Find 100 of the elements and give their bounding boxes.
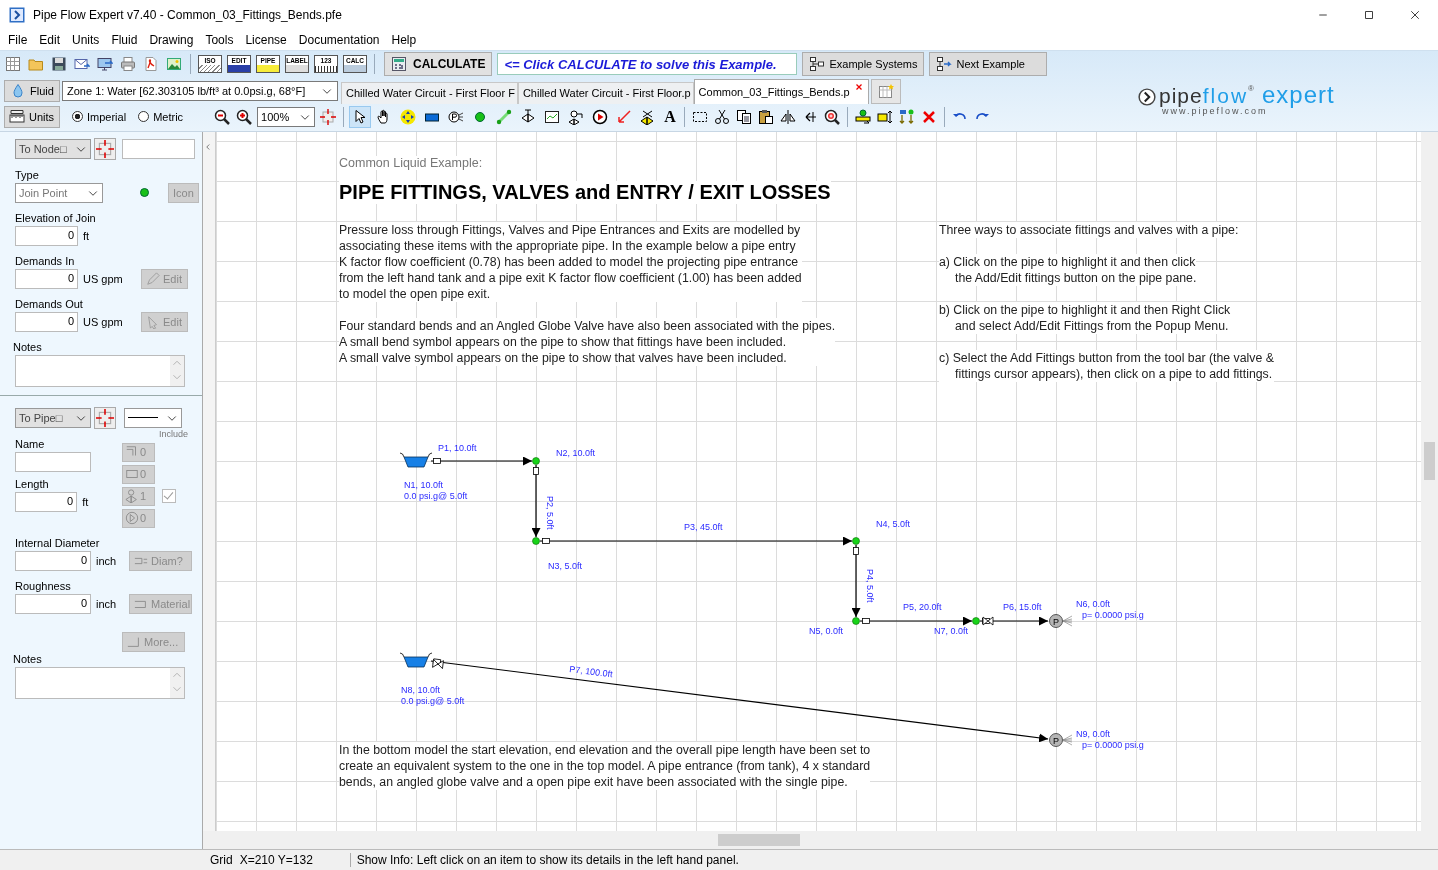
menu-item[interactable]: License (239, 32, 293, 47)
pdf-icon[interactable] (142, 55, 160, 74)
locate-icon[interactable] (94, 137, 116, 160)
field-label: Type (15, 168, 40, 181)
input-field[interactable]: 0 (15, 311, 78, 332)
include-checkbox[interactable] (162, 489, 176, 504)
status-text: Show Info: Left click on an item to show its details in the left hand panel. (356, 853, 739, 867)
pointer-icon[interactable] (350, 106, 371, 127)
cut-icon[interactable] (713, 107, 732, 126)
tank-node[interactable] (399, 652, 433, 668)
print-icon[interactable] (119, 55, 137, 74)
menu-item[interactable]: Documentation (292, 32, 386, 47)
join-node[interactable] (972, 616, 980, 625)
zoom-out-icon[interactable] (213, 107, 232, 126)
pipe-selector[interactable]: To Pipe□ (15, 407, 91, 428)
document-tab[interactable]: Chilled Water Circuit - First Floor.p (517, 81, 694, 104)
unit-label: ft (83, 229, 91, 242)
node-label: N9, 0.0ft (1076, 728, 1111, 739)
units-button[interactable]: Units (4, 105, 60, 128)
paste-icon[interactable] (757, 107, 776, 126)
input-field[interactable]: 0 (15, 268, 78, 289)
monitor-icon[interactable] (96, 55, 114, 74)
input-field[interactable]: 0 (15, 593, 91, 614)
node-label: N7, 0.0ft (934, 625, 969, 636)
menu-item[interactable]: File (2, 32, 34, 47)
copy-icon[interactable] (735, 107, 754, 126)
pipe[interactable] (851, 544, 861, 618)
node-label: N1, 10.0ft (404, 479, 444, 490)
pipe[interactable] (531, 464, 541, 538)
zoom-in-icon[interactable] (235, 107, 254, 126)
document-tab[interactable]: Common_03_Fittings_Bends.p (693, 78, 869, 104)
node-label: 0.0 psi.g@ 5.0ft (401, 695, 465, 706)
hint-banner: <= Click CALCULATE to solve this Example. (497, 53, 798, 76)
node-label: N4, 5.0ft (876, 518, 911, 529)
join-node[interactable] (532, 536, 540, 545)
flip-icon[interactable] (779, 107, 798, 126)
pipe[interactable] (859, 616, 973, 626)
locate-icon[interactable] (94, 406, 116, 429)
logo-text: flow (1202, 85, 1249, 106)
menu-item[interactable]: Units (66, 32, 106, 47)
node-label: N6, 0.0ft (1076, 598, 1111, 609)
menu-item[interactable]: Help (385, 32, 423, 47)
pipe-label: P1, 10.0ft (438, 442, 477, 453)
vertical-scrollbar[interactable] (1421, 131, 1438, 832)
line-style-dropdown[interactable] (124, 407, 182, 428)
pipe[interactable] (539, 536, 853, 546)
unit-label: US gpm (83, 315, 124, 328)
fluid-button[interactable]: Fluid (4, 79, 60, 102)
zoom-icon[interactable] (823, 107, 842, 126)
zoom-dropdown[interactable]: 100% (257, 106, 316, 127)
pipe-label: P5, 20.0ft (903, 601, 942, 612)
next-example-button[interactable]: Next Example (929, 52, 1048, 77)
menu-item[interactable]: Fluid (105, 32, 144, 47)
unit-radio[interactable]: Metric (138, 110, 184, 123)
calculate-button[interactable]: CALCULATE (384, 52, 493, 77)
input-field[interactable]: 0 (15, 491, 78, 512)
grid-icon[interactable] (4, 55, 22, 74)
example-systems-button[interactable]: Example Systems (802, 52, 925, 77)
document-tab[interactable]: Chilled Water Circuit - First Floor F (341, 81, 518, 104)
ruler-icon (9, 108, 25, 125)
new-tab-icon[interactable] (877, 83, 894, 100)
field-label: Name (15, 437, 46, 450)
pipe-label: P4, 5.0ft (865, 568, 875, 603)
tank-node[interactable] (399, 452, 433, 468)
node-arrow-icon[interactable] (854, 107, 873, 126)
zone-dropdown[interactable]: Zone 1: Water [62.303105 lb/ft³ at 0.0psi.g, 68°F] (62, 80, 338, 101)
node-selector[interactable]: To Node□ (15, 138, 91, 159)
paragraph: Pressure loss through Fittings, Valves and Pipe Entrances and Exits are modelled by associating these items with the appropriate pipe. In the example below a pipe entry K factor flow coefficient (0.78) has been added to model the projecting pipe entrance from the left hand tank and a pipe exit K factor flow coefficient (1.00) has been added to model the open pipe exit. (339, 221, 802, 302)
menu-item[interactable]: Drawing (143, 32, 200, 47)
globe-valve-icon (125, 489, 139, 504)
pipe[interactable] (430, 456, 533, 466)
save-icon[interactable] (50, 55, 68, 74)
paragraph: a) Click on the pipe to highlight it and then click the Add/Edit fittings button on the pipe pane. (939, 253, 1197, 286)
menu-item[interactable]: Edit (33, 32, 67, 47)
field-label: Roughness (15, 579, 72, 592)
field-label: Length (15, 477, 50, 490)
drawing-canvas[interactable] (216, 131, 1421, 832)
join-node[interactable] (532, 456, 540, 465)
end-pressure-node[interactable] (1049, 613, 1073, 628)
cursor-icon (146, 314, 160, 329)
end-pressure-node[interactable] (1049, 732, 1073, 747)
input-field[interactable]: 0 (15, 550, 91, 571)
type-dropdown[interactable]: Join Point (15, 182, 103, 203)
horizontal-scrollbar[interactable] (203, 831, 1438, 850)
unit-radio[interactable]: Imperial (72, 110, 127, 123)
pipe[interactable] (979, 616, 1049, 626)
join-node[interactable] (852, 616, 860, 625)
unit-label: ft (82, 495, 90, 508)
paragraph: Four standard bends and an Angled Globe Valve have also been associated with the pipes. A small bend symbol appears on the pipe to show that fittings have been included. A small valve symbol appears on the pipe to show that valves have been included. (339, 317, 836, 366)
text-tool[interactable]: A (662, 107, 679, 126)
tab-close-icon[interactable] (853, 81, 864, 92)
field-label: Demands Out (15, 297, 84, 310)
field-label: Demands In (15, 254, 76, 267)
input-field[interactable] (122, 138, 195, 159)
menu-item[interactable]: Tools (199, 32, 240, 47)
crosshair-icon[interactable] (319, 107, 338, 126)
input-field[interactable]: 0 (15, 225, 78, 246)
join-node[interactable] (852, 536, 860, 545)
input-field[interactable] (15, 451, 91, 472)
pipe-label: P6, 15.0ft (1003, 601, 1042, 612)
